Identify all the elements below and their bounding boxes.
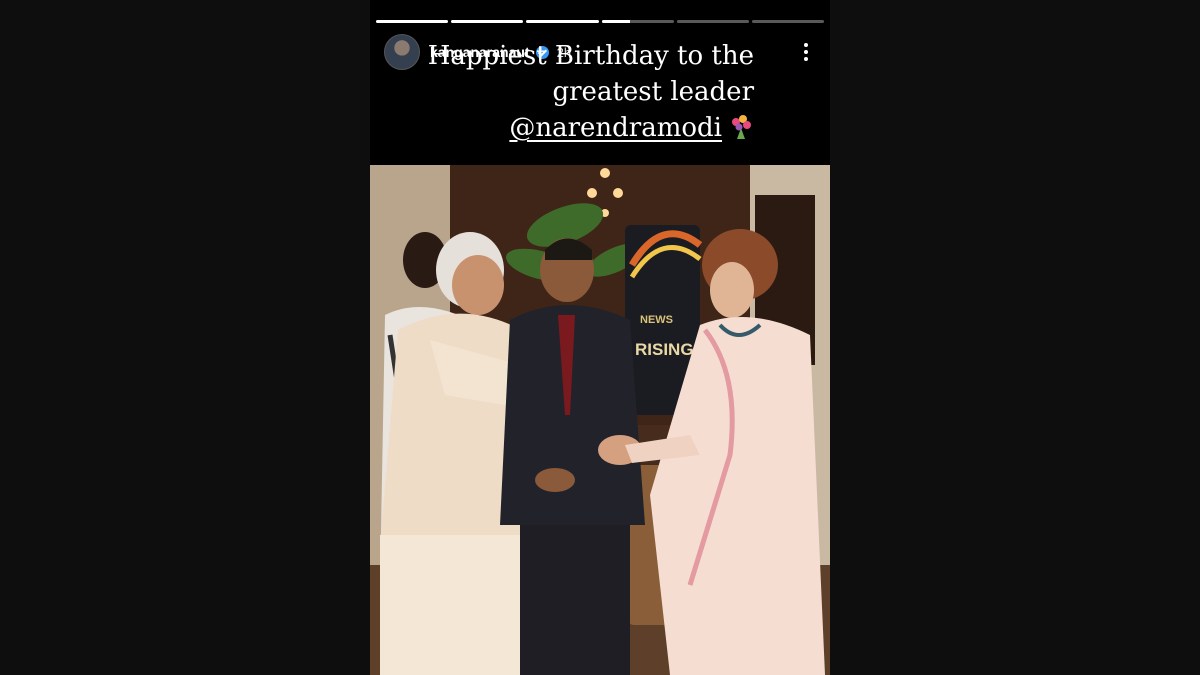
sign-prefix: NEWS [640, 314, 673, 326]
progress-segment [526, 20, 599, 23]
story-photo: NEWS RISING INDIA [370, 165, 830, 675]
caption-line-2: greatest leader [552, 77, 754, 107]
progress-segment [376, 20, 449, 23]
progress-segment [451, 20, 524, 23]
story-viewer[interactable]: NEWS RISING INDIA kanganaranaut 2h Happi… [370, 0, 830, 675]
progress-segment [601, 20, 674, 23]
story-progress-bar [376, 20, 825, 23]
progress-segment [676, 20, 749, 23]
caption-line-1: Happiest Birthday to the [427, 41, 754, 71]
bouquet-emoji-icon [732, 115, 751, 139]
story-caption: Happiest Birthday to the greatest leader… [394, 38, 754, 146]
mention-link[interactable]: @narendramodi [509, 113, 722, 143]
caption-line-3: @narendramodi [394, 110, 754, 146]
progress-segment [751, 20, 825, 23]
more-options-icon[interactable] [796, 40, 816, 64]
